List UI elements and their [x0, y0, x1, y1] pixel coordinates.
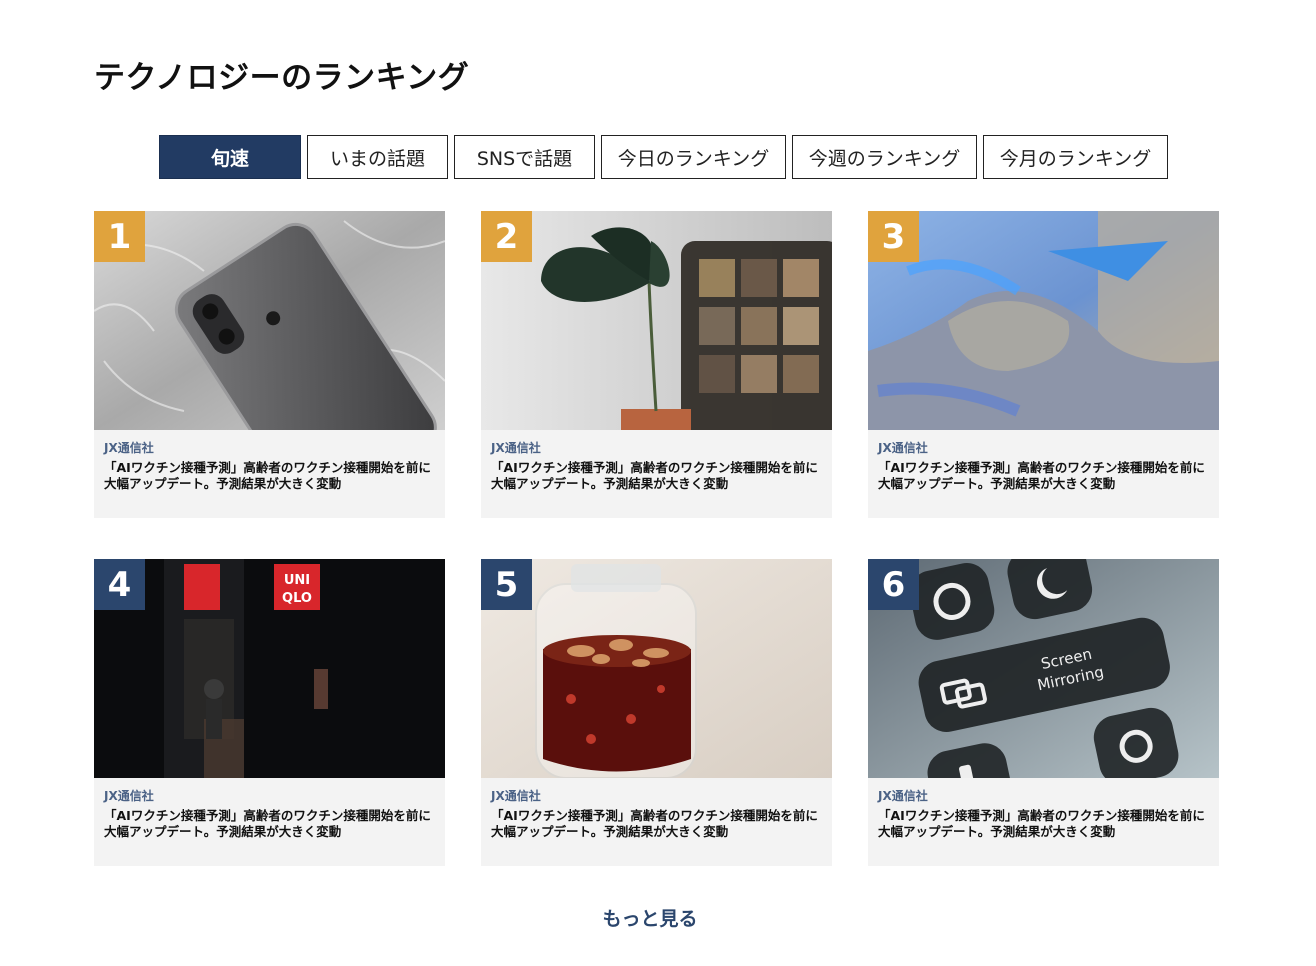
article-card-6[interactable]: Screen Mirroring 6 JX通信社 「AIワクチン接種予測」高齢者…: [868, 559, 1219, 866]
article-headline[interactable]: 「AIワクチン接種予測」高齢者のワクチン接種開始を前に大幅アップデート。予測結果…: [491, 808, 825, 840]
tab-trending-now[interactable]: いまの話題: [307, 135, 448, 179]
page-title: テクノロジーのランキング: [94, 60, 470, 96]
article-source[interactable]: JX通信社: [878, 439, 928, 456]
article-source[interactable]: JX通信社: [491, 787, 541, 804]
article-headline[interactable]: 「AIワクチン接種予測」高齢者のワクチン接種開始を前に大幅アップデート。予測結果…: [878, 808, 1212, 840]
article-thumbnail: 3: [868, 211, 1219, 430]
article-card-3[interactable]: 3 JX通信社 「AIワクチン接種予測」高齢者のワクチン接種開始を前に大幅アップ…: [868, 211, 1219, 518]
article-headline[interactable]: 「AIワクチン接種予測」高齢者のワクチン接種開始を前に大幅アップデート。予測結果…: [878, 460, 1212, 492]
article-card-4[interactable]: UNI QLO 4 JX通信社 「AIワクチン接種予測」高齢者のワクチン接種開始…: [94, 559, 445, 866]
article-source[interactable]: JX通信社: [104, 787, 154, 804]
article-thumbnail: 1: [94, 211, 445, 430]
article-headline[interactable]: 「AIワクチン接種予測」高齢者のワクチン接種開始を前に大幅アップデート。予測結果…: [104, 808, 438, 840]
rank-badge: 6: [868, 559, 919, 610]
article-card-1[interactable]: 1 JX通信社 「AIワクチン接種予測」高齢者のワクチン接種開始を前に大幅アップ…: [94, 211, 445, 518]
article-source[interactable]: JX通信社: [878, 787, 928, 804]
svg-text:QLO: QLO: [282, 591, 312, 606]
tab-month-ranking[interactable]: 今月のランキング: [983, 135, 1168, 179]
article-card-2[interactable]: 2 JX通信社 「AIワクチン接種予測」高齢者のワクチン接種開始を前に大幅アップ…: [481, 211, 832, 518]
article-source[interactable]: JX通信社: [491, 439, 541, 456]
svg-text:UNI: UNI: [284, 573, 310, 588]
article-thumbnail: Screen Mirroring 6: [868, 559, 1219, 778]
tab-shunsoku[interactable]: 旬速: [159, 135, 301, 179]
article-headline[interactable]: 「AIワクチン接種予測」高齢者のワクチン接種開始を前に大幅アップデート。予測結果…: [491, 460, 825, 492]
rank-badge: 4: [94, 559, 145, 610]
ranking-tabs: 旬速 いまの話題 SNSで話題 今日のランキング 今週のランキング 今月のランキ…: [159, 135, 1174, 179]
tab-week-ranking[interactable]: 今週のランキング: [792, 135, 977, 179]
article-thumbnail: UNI QLO 4: [94, 559, 445, 778]
article-thumbnail: 5: [481, 559, 832, 778]
tab-today-ranking[interactable]: 今日のランキング: [601, 135, 786, 179]
article-headline[interactable]: 「AIワクチン接種予測」高齢者のワクチン接種開始を前に大幅アップデート。予測結果…: [104, 460, 438, 492]
rank-badge: 1: [94, 211, 145, 262]
tab-sns-trending[interactable]: SNSで話題: [454, 135, 595, 179]
article-source[interactable]: JX通信社: [104, 439, 154, 456]
rank-badge: 2: [481, 211, 532, 262]
rank-badge: 3: [868, 211, 919, 262]
article-card-5[interactable]: 5 JX通信社 「AIワクチン接種予測」高齢者のワクチン接種開始を前に大幅アップ…: [481, 559, 832, 866]
more-link[interactable]: もっと見る: [0, 904, 1300, 931]
article-thumbnail: 2: [481, 211, 832, 430]
rank-badge: 5: [481, 559, 532, 610]
